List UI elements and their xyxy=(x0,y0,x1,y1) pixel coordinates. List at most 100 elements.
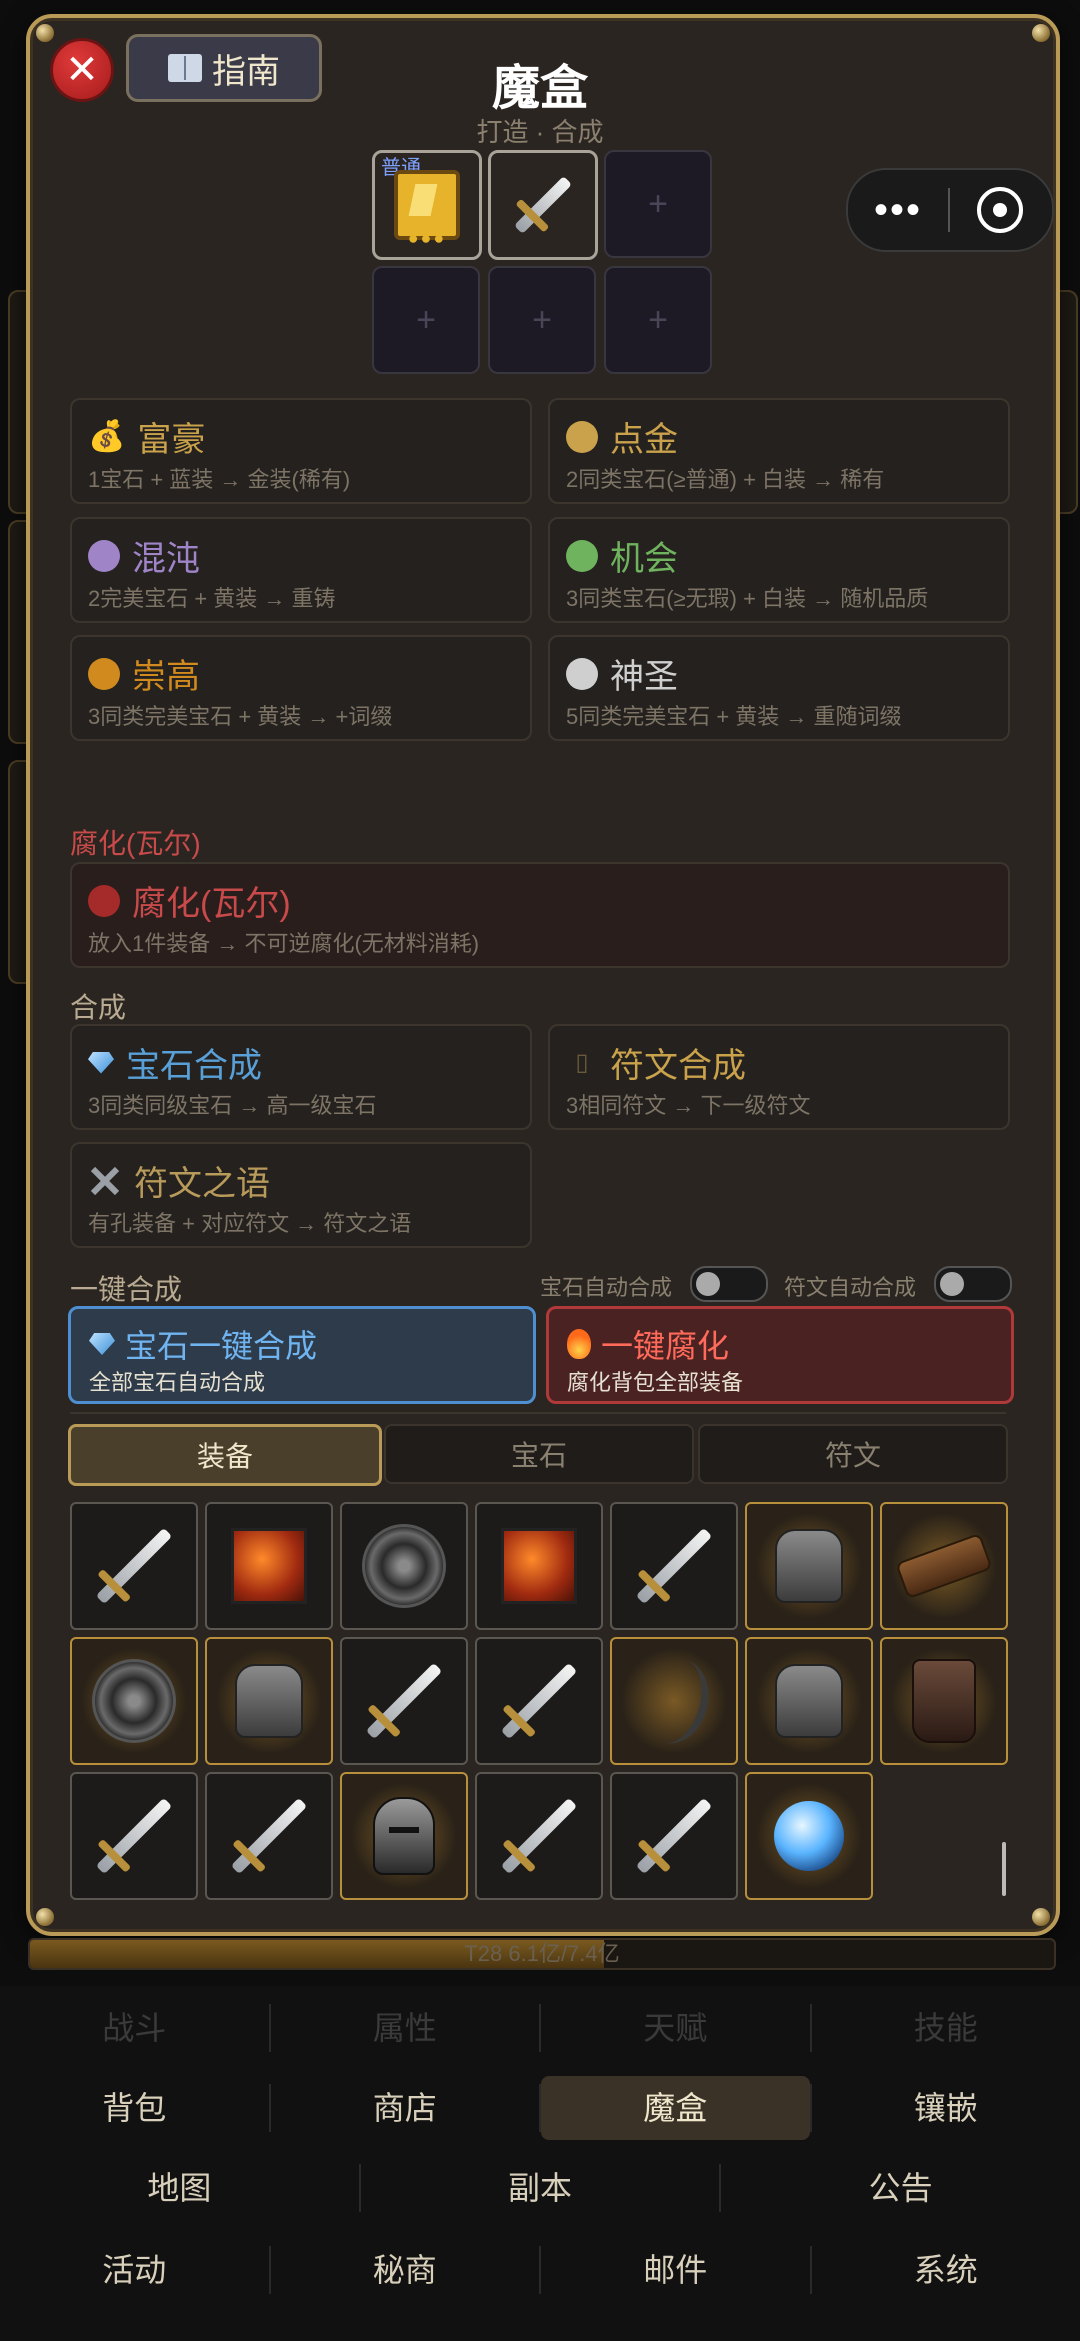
mini-program-capsule: ••• xyxy=(846,168,1054,252)
recipe-desc: 3同类宝石(≥无瑕) + 白装 → 随机品质 xyxy=(566,586,929,611)
inventory-item[interactable] xyxy=(70,1502,198,1630)
more-options-button[interactable]: ••• xyxy=(848,188,948,233)
nav-magic-box[interactable]: 魔盒 xyxy=(541,2076,810,2140)
rune-synthesis-card[interactable]: ▯ 符文合成 3相同符文 → 下一级符文 xyxy=(548,1024,1010,1130)
inventory-item[interactable] xyxy=(205,1637,333,1765)
craft-slot-empty[interactable]: + xyxy=(604,266,712,374)
inventory-item[interactable] xyxy=(745,1502,873,1630)
craft-slot-empty[interactable]: + xyxy=(488,266,596,374)
corruption-name: 腐化(瓦尔) xyxy=(132,885,291,923)
recipe-desc: 2完美宝石 + 黄装 → 重铸 xyxy=(88,586,336,611)
rune-auto-label: 符文自动合成 xyxy=(784,1275,917,1300)
sword-icon xyxy=(500,1797,578,1875)
inventory-item[interactable] xyxy=(340,1772,468,1900)
recipe-name: 机会 xyxy=(610,540,678,578)
nav-talents[interactable]: 天赋 xyxy=(541,1996,810,2060)
green-dot-icon xyxy=(566,539,598,572)
inventory-item[interactable] xyxy=(745,1772,873,1900)
belt-icon xyxy=(895,1532,993,1600)
recipe-desc: 2同类宝石(≥普通) + 白装 → 稀有 xyxy=(566,467,885,492)
recipe-name: 点金 xyxy=(610,421,678,459)
inventory-item[interactable] xyxy=(70,1772,198,1900)
gem-one-click-button[interactable]: 宝石一键合成 全部宝石自动合成 xyxy=(68,1306,536,1404)
craft-slot-empty[interactable]: + xyxy=(604,150,712,258)
runeword-card[interactable]: 符文之语 有孔装备 + 对应符文 → 符文之语 xyxy=(70,1142,532,1248)
synthesis-section-label: 合成 xyxy=(70,992,127,1023)
rune-auto-toggle[interactable] xyxy=(934,1266,1012,1302)
craft-slot[interactable]: 普通 ●●● xyxy=(372,150,482,260)
nav-dungeon[interactable]: 副本 xyxy=(361,2156,720,2220)
one-click-section-label: 一键合成 xyxy=(70,1274,183,1305)
sword-icon xyxy=(635,1797,713,1875)
gold-dot-icon xyxy=(566,420,598,453)
nav-inlay[interactable]: 镶嵌 xyxy=(812,2076,1080,2140)
corrupt-one-click-title: 一键腐化 xyxy=(601,1328,730,1364)
nav-row-2: 背包 商店 魔盒 镶嵌 xyxy=(0,2068,1080,2148)
inventory-item[interactable] xyxy=(745,1637,873,1765)
nav-attributes[interactable]: 属性 xyxy=(271,1996,540,2060)
inventory-item[interactable] xyxy=(340,1637,468,1765)
inventory-item[interactable] xyxy=(205,1772,333,1900)
page-subtitle: 打造 · 合成 xyxy=(476,117,604,147)
corrupt-one-click-button[interactable]: 一键腐化 腐化背包全部装备 xyxy=(546,1306,1014,1404)
recipe-card-hundun[interactable]: 混沌 2完美宝石 + 黄装 → 重铸 xyxy=(70,517,532,623)
helm-icon xyxy=(373,1797,435,1875)
plus-icon: + xyxy=(648,184,668,223)
inventory-item[interactable] xyxy=(610,1502,738,1630)
craft-slot[interactable] xyxy=(488,150,598,260)
nav-mail[interactable]: 邮件 xyxy=(541,2238,810,2302)
craft-slot-empty[interactable]: + xyxy=(372,266,480,374)
recipe-card-dianjin[interactable]: 点金 2同类宝石(≥普通) + 白装 → 稀有 xyxy=(548,398,1010,504)
inventory-item[interactable] xyxy=(205,1502,333,1630)
nav-shop[interactable]: 商店 xyxy=(271,2076,540,2140)
exp-bar: T28 6.1亿/7.4亿 xyxy=(28,1938,1056,1970)
nav-row-4: 活动 秘商 邮件 系统 xyxy=(0,2230,1080,2310)
scrollbar[interactable] xyxy=(1002,1842,1006,1896)
corruption-card[interactable]: 腐化(瓦尔) 放入1件装备 → 不可逆腐化(无材料消耗) xyxy=(70,862,1010,968)
inventory-item[interactable] xyxy=(70,1637,198,1765)
recipe-desc: 1宝石 + 蓝装 → 金装(稀有) xyxy=(88,467,351,492)
gem-auto-toggle[interactable] xyxy=(690,1266,768,1302)
inventory-item[interactable] xyxy=(610,1772,738,1900)
nav-backpack[interactable]: 背包 xyxy=(0,2076,269,2140)
rune-icon: ▯ xyxy=(575,1049,589,1076)
gem-synthesis-card[interactable]: 宝石合成 3同类同级宝石 → 高一级宝石 xyxy=(70,1024,532,1130)
armor-icon xyxy=(775,1529,843,1603)
divider xyxy=(70,1412,1006,1414)
nav-skills[interactable]: 技能 xyxy=(812,1996,1080,2060)
exp-bar-text: T28 6.1亿/7.4亿 xyxy=(464,1941,620,1966)
tab-runes[interactable]: 符文 xyxy=(698,1424,1008,1484)
boots-icon xyxy=(912,1659,976,1743)
nav-events[interactable]: 活动 xyxy=(0,2238,269,2302)
recipe-card-jihui[interactable]: 机会 3同类宝石(≥无瑕) + 白装 → 随机品质 xyxy=(548,517,1010,623)
nav-announcement[interactable]: 公告 xyxy=(721,2156,1080,2220)
sword-icon xyxy=(365,1662,443,1740)
recipe-card-fuhao[interactable]: 💰 富豪 1宝石 + 蓝装 → 金装(稀有) xyxy=(70,398,532,504)
recipe-card-shensheng[interactable]: 神圣 5同类完美宝石 + 黄装 → 重随词缀 xyxy=(548,635,1010,741)
inventory-item[interactable] xyxy=(475,1502,603,1630)
nav-system[interactable]: 系统 xyxy=(812,2238,1080,2302)
inventory-item[interactable] xyxy=(340,1502,468,1630)
corruption-desc: 放入1件装备 → 不可逆腐化(无材料消耗) xyxy=(88,931,480,956)
inventory-item[interactable] xyxy=(475,1637,603,1765)
recipe-card-chonggao[interactable]: 崇高 3同类完美宝石 + 黄装 → +词缀 xyxy=(70,635,532,741)
orange-dot-icon xyxy=(88,657,120,690)
inventory-item[interactable] xyxy=(475,1772,603,1900)
tab-gems[interactable]: 宝石 xyxy=(384,1424,694,1484)
nav-map[interactable]: 地图 xyxy=(0,2156,359,2220)
plus-icon: + xyxy=(532,300,552,339)
sword-icon xyxy=(95,1797,173,1875)
nav-row-1: 战斗 属性 天赋 技能 xyxy=(0,1988,1080,2068)
inventory-item[interactable] xyxy=(610,1637,738,1765)
inventory-item[interactable] xyxy=(880,1502,1008,1630)
sword-icon xyxy=(230,1797,308,1875)
nav-secret-shop[interactable]: 秘商 xyxy=(271,2238,540,2302)
tab-equipment[interactable]: 装备 xyxy=(68,1424,382,1486)
plus-icon: + xyxy=(416,300,436,339)
crossed-swords-icon xyxy=(88,1164,122,1198)
inventory-item[interactable] xyxy=(880,1637,1008,1765)
gem-one-click-title: 宝石一键合成 xyxy=(125,1328,318,1364)
nav-battle[interactable]: 战斗 xyxy=(0,1996,269,2060)
exit-mini-program-button[interactable] xyxy=(950,187,1050,233)
sword-icon xyxy=(95,1527,173,1605)
